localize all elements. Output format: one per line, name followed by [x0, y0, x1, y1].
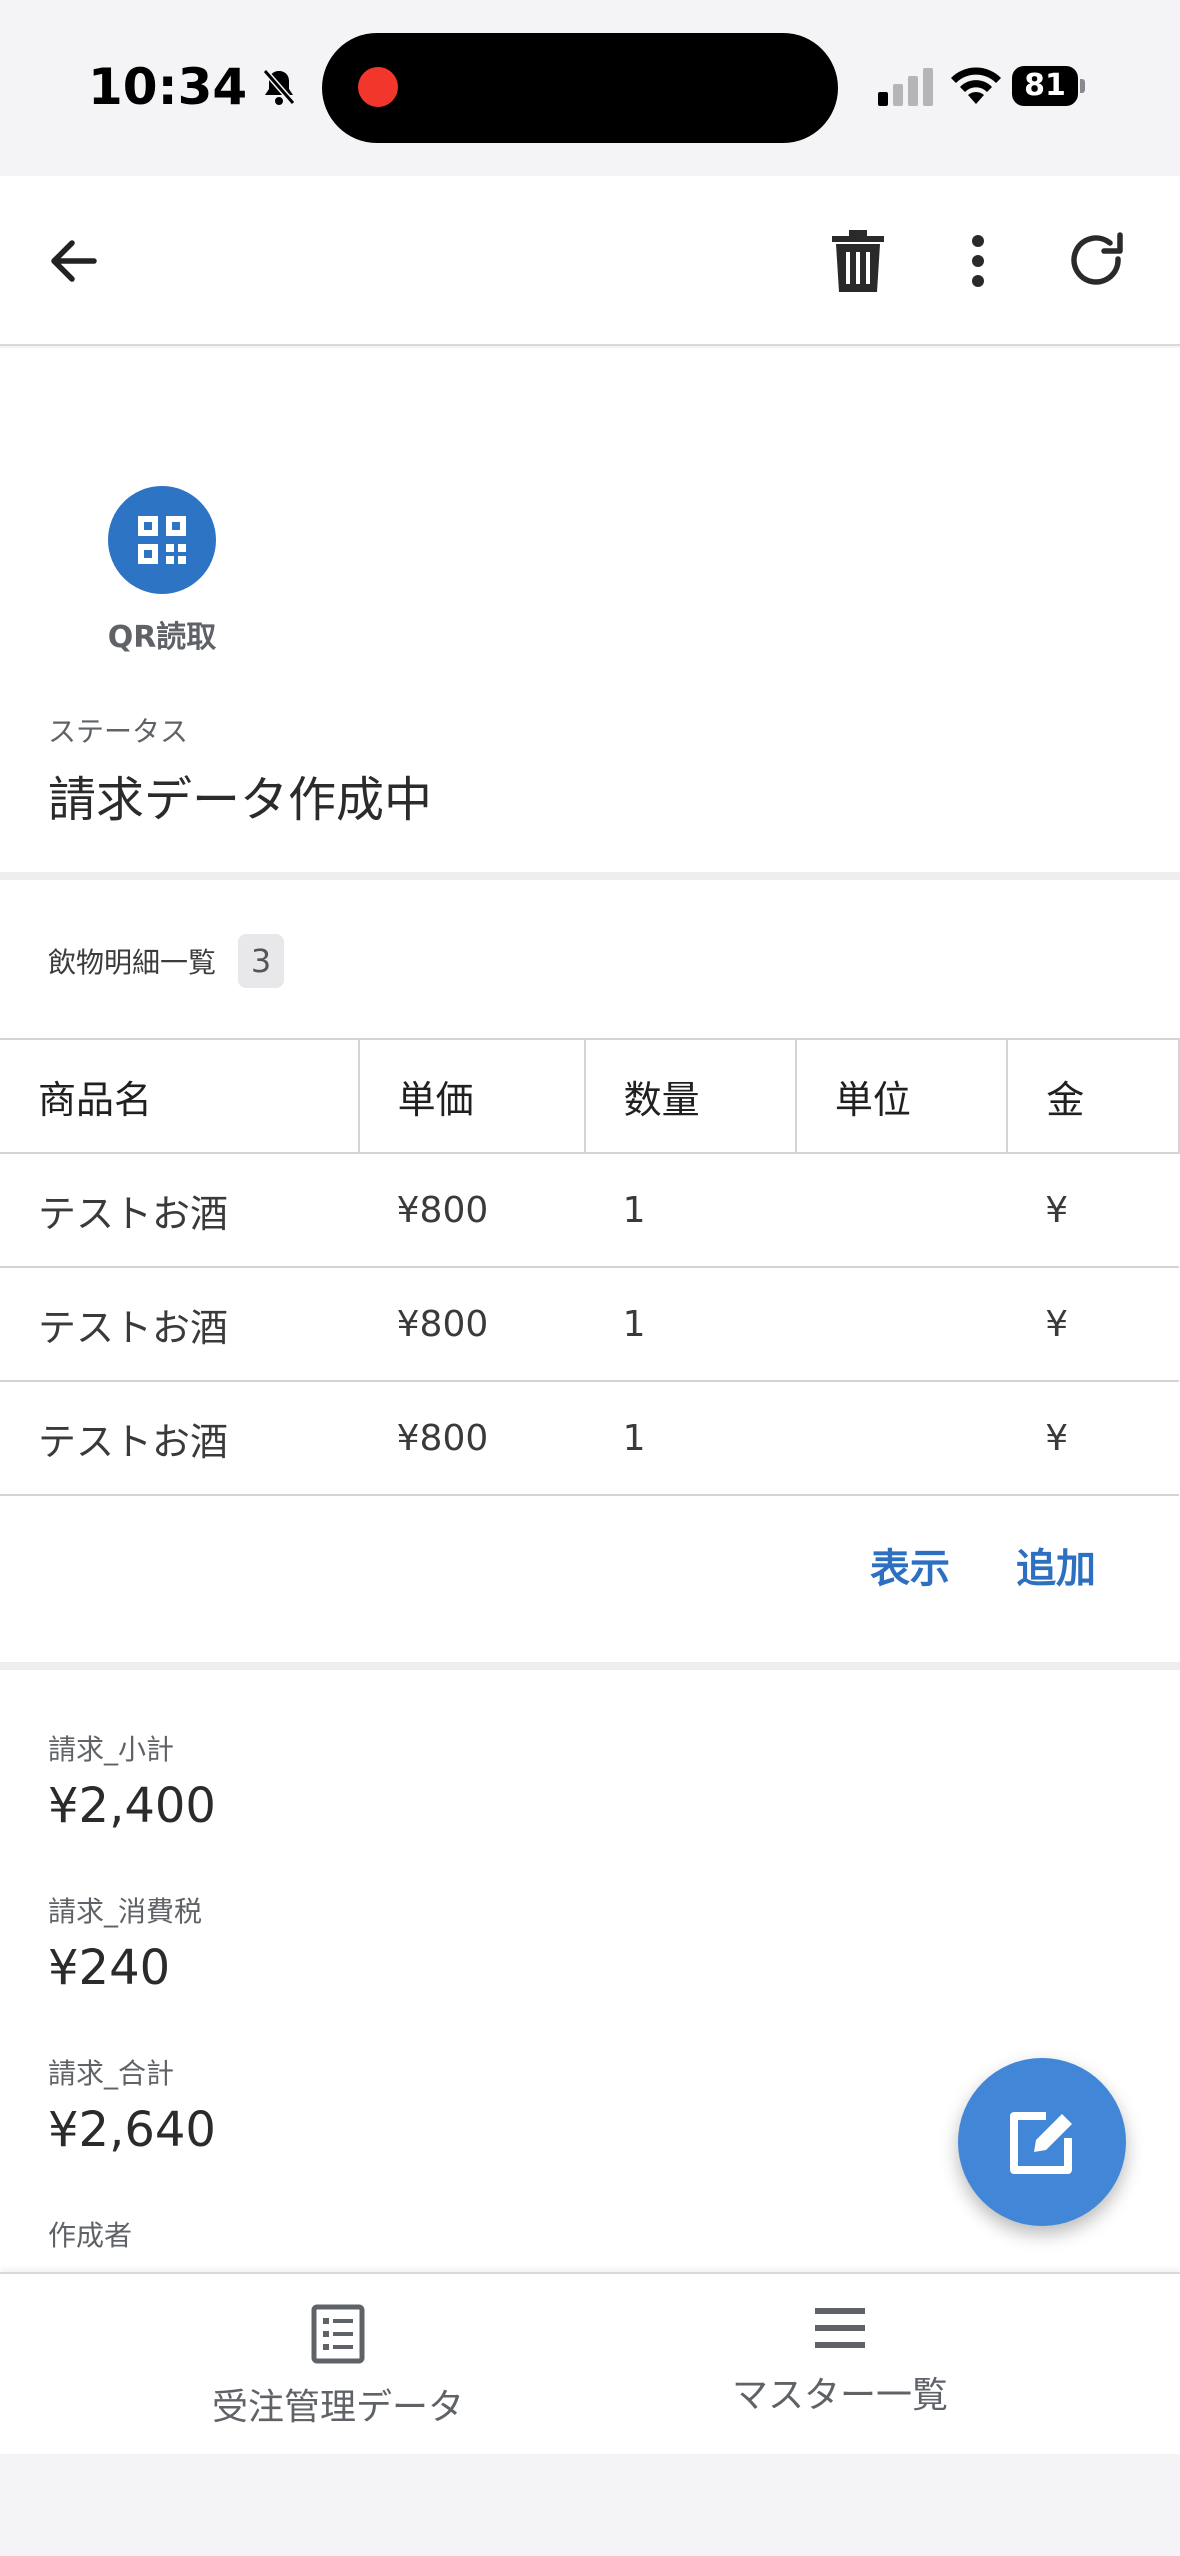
tax-label: 請求_消費税	[48, 1895, 203, 1928]
battery-icon: 81	[1012, 66, 1086, 106]
cell-unit	[795, 1381, 1008, 1496]
menu-icon	[815, 2308, 865, 2348]
table-row[interactable]: テストお酒 ¥800 1 ¥	[0, 1267, 1179, 1382]
qr-code-icon	[138, 516, 186, 564]
items-table: 商品名 単価 数量 単位 金 テストお酒 ¥800 1 ¥ テストお酒 ¥800…	[0, 1038, 1180, 1496]
items-section-header: 飲物明細一覧 3	[48, 934, 285, 988]
home-indicator-area	[0, 2454, 1180, 2556]
section-divider	[0, 1662, 1180, 1670]
cell-qty: 1	[584, 1381, 796, 1496]
nav-master-label: マスター一覧	[731, 2375, 948, 2416]
section-divider	[0, 872, 1180, 880]
column-header-name[interactable]: 商品名	[0, 1038, 360, 1154]
bell-muted-icon	[262, 69, 296, 105]
column-header-unit[interactable]: 単位	[795, 1038, 1009, 1154]
cell-name: テストお酒	[0, 1153, 359, 1268]
qr-scan-circle	[108, 486, 216, 594]
refresh-icon	[1071, 232, 1123, 285]
status-bar: 10:34 81	[0, 0, 1180, 176]
trash-icon	[832, 230, 884, 292]
qr-scan-button[interactable]: QR読取	[104, 486, 220, 656]
detail-content: QR読取 ステータス 請求データ作成中 飲物明細一覧 3 商品名 単価 数量 単…	[0, 348, 1180, 2272]
subtotal-value: ¥2,400	[48, 1778, 216, 1834]
app-bar	[0, 176, 1180, 346]
total-label: 請求_合計	[48, 2057, 175, 2090]
items-actions: 表示 追加	[870, 1536, 1096, 1594]
items-section-title: 飲物明細一覧	[48, 946, 217, 979]
nav-master[interactable]: マスター一覧	[660, 2304, 1020, 2418]
table-header-row: 商品名 単価 数量 単位 金	[0, 1038, 1180, 1154]
view-button[interactable]: 表示	[870, 1536, 950, 1594]
refresh-button[interactable]	[1058, 221, 1138, 301]
status-value: 請求データ作成中	[48, 772, 433, 828]
list-document-icon	[311, 2304, 365, 2364]
cellular-signal-icon	[878, 62, 934, 106]
total-value: ¥2,640	[48, 2102, 216, 2158]
bottom-navigation: 受注管理データ マスター一覧	[0, 2272, 1180, 2454]
delete-button[interactable]	[818, 221, 898, 301]
clock-time: 10:34	[88, 58, 248, 116]
column-header-qty[interactable]: 数量	[584, 1038, 797, 1154]
cell-price: ¥800	[358, 1153, 585, 1268]
battery-level: 81	[1012, 66, 1078, 106]
back-button[interactable]	[34, 221, 114, 301]
cell-amount: ¥	[1007, 1381, 1179, 1496]
nav-orders[interactable]: 受注管理データ	[158, 2304, 518, 2430]
tax-value: ¥240	[48, 1940, 171, 1996]
edit-fab-button[interactable]	[958, 2058, 1126, 2226]
recording-indicator	[358, 67, 398, 107]
arrow-left-icon	[51, 240, 97, 282]
wifi-icon	[951, 67, 1001, 104]
cell-price: ¥800	[358, 1267, 585, 1382]
status-label: ステータス	[48, 715, 189, 748]
cell-qty: 1	[584, 1267, 796, 1382]
qr-scan-label: QR読取	[107, 620, 217, 655]
cell-unit	[795, 1153, 1008, 1268]
creator-label: 作成者	[48, 2219, 133, 2252]
column-header-amount[interactable]: 金	[1007, 1038, 1180, 1154]
cell-amount: ¥	[1007, 1267, 1179, 1382]
edit-icon	[1010, 2112, 1072, 2174]
nav-orders-label: 受注管理データ	[211, 2387, 464, 2428]
cell-name: テストお酒	[0, 1381, 359, 1496]
cell-amount: ¥	[1007, 1153, 1179, 1268]
dynamic-island	[322, 33, 838, 143]
table-row[interactable]: テストお酒 ¥800 1 ¥	[0, 1381, 1179, 1496]
cell-unit	[795, 1267, 1008, 1382]
cell-name: テストお酒	[0, 1267, 359, 1382]
table-row[interactable]: テストお酒 ¥800 1 ¥	[0, 1153, 1179, 1268]
cell-qty: 1	[584, 1153, 796, 1268]
cell-price: ¥800	[358, 1381, 585, 1496]
more-options-button[interactable]	[938, 221, 1018, 301]
column-header-price[interactable]: 単価	[358, 1038, 586, 1154]
more-vertical-icon	[972, 235, 984, 287]
clock: 10:34	[88, 58, 297, 116]
add-button[interactable]: 追加	[1016, 1536, 1096, 1594]
subtotal-label: 請求_小計	[48, 1733, 175, 1766]
items-count-badge: 3	[238, 934, 285, 988]
